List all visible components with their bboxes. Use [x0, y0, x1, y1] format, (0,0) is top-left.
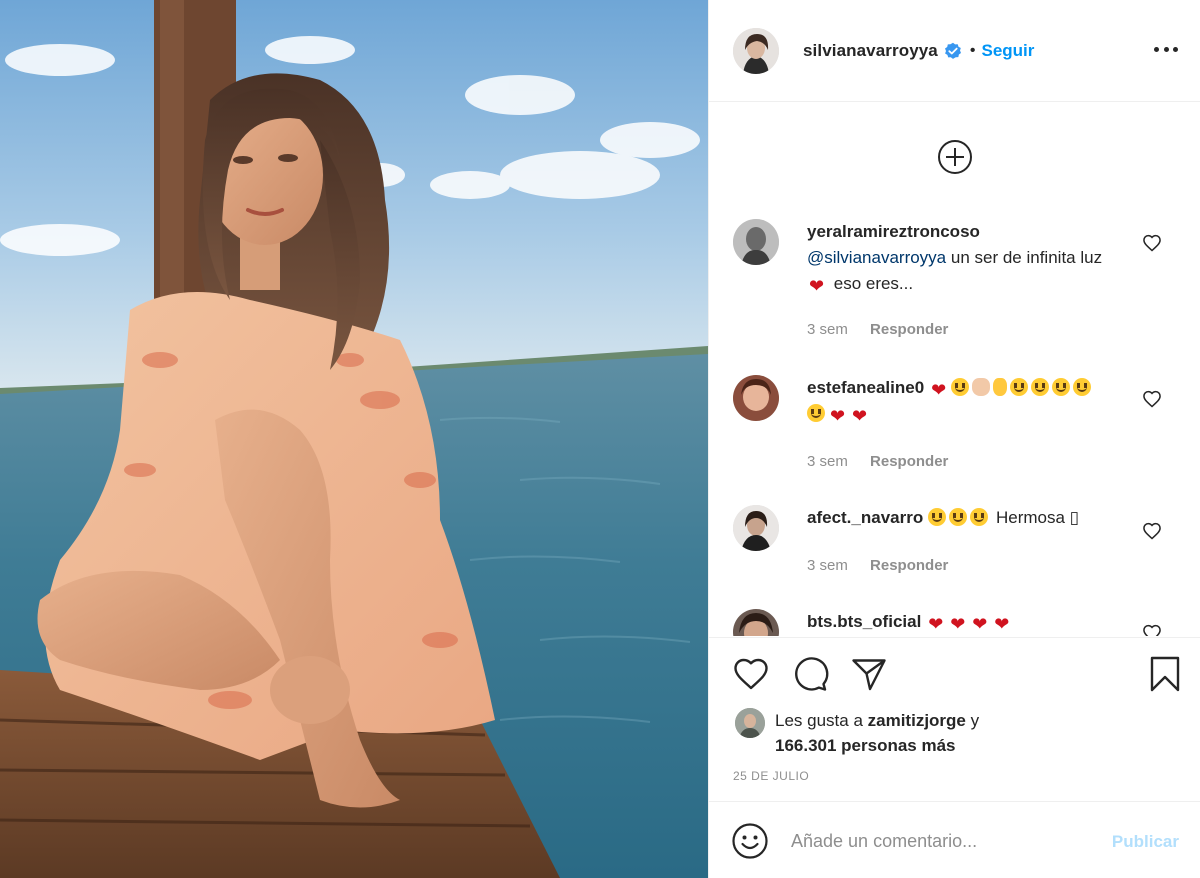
post-actions: Les gusta a zamitizjorge y 166.301 perso… — [709, 637, 1200, 801]
comment-username[interactable]: yeralramireztroncoso — [807, 222, 980, 241]
smiling-face-emoji — [1073, 378, 1092, 396]
red-heart-emoji: ❤ — [931, 380, 947, 400]
comment-body-end: eso eres... — [833, 274, 914, 293]
smiling-face-emoji — [928, 508, 947, 526]
red-heart-emoji: ❤ — [829, 406, 846, 426]
smiling-face-emoji — [1052, 378, 1071, 396]
verified-icon — [944, 42, 961, 59]
comment-mention[interactable]: @silvianavarroyya — [807, 248, 946, 267]
follow-button[interactable]: Seguir — [981, 41, 1034, 61]
like-comment-icon[interactable] — [1142, 389, 1162, 409]
comment-username[interactable]: afect._navarro — [807, 508, 923, 527]
share-icon[interactable] — [849, 654, 889, 694]
save-icon[interactable] — [1145, 654, 1185, 694]
commenter-avatar[interactable] — [733, 375, 779, 421]
comments-list[interactable]: yeralramireztroncoso @silvianavarroyya u… — [709, 103, 1200, 636]
red-heart-emoji: ❤ — [994, 614, 1010, 634]
post-photo-image — [0, 0, 708, 878]
smiling-face-emoji — [970, 508, 989, 526]
post-header: silvianavarroyya • Seguir — [709, 0, 1200, 102]
comment-body: Hermosa — [995, 508, 1065, 527]
separator-dot: • — [969, 41, 976, 59]
emoji-icon[interactable] — [731, 822, 769, 860]
publish-button[interactable]: Publicar — [1112, 832, 1179, 852]
smiling-face-emoji — [807, 404, 825, 422]
commenter-avatar[interactable] — [733, 609, 779, 636]
comment-input[interactable] — [791, 828, 1091, 854]
liker-username[interactable]: zamitizjorge — [868, 711, 966, 730]
reply-button[interactable]: Responder — [870, 557, 948, 574]
comment-time: 3 sem — [807, 557, 848, 574]
smiling-face-emoji — [1010, 378, 1029, 396]
commenter-avatar[interactable] — [733, 219, 779, 265]
load-more-comments-icon[interactable] — [937, 139, 973, 175]
comment-body: un ser de infinita luz — [950, 248, 1103, 267]
comment-item: estefanealine0 ❤ ❤ ❤ 3 sem Responder — [733, 375, 1183, 475]
reply-button[interactable]: Responder — [870, 453, 948, 470]
comment-text: bts.bts_oficial ❤ ❤ ❤ ❤ — [807, 609, 1137, 635]
comment-text: yeralramireztroncoso @silvianavarroyya u… — [807, 219, 1127, 297]
like-comment-icon[interactable] — [1142, 623, 1162, 636]
likes-conj: y — [970, 711, 980, 730]
post-photo[interactable] — [0, 0, 708, 878]
comment-time: 3 sem — [807, 321, 848, 338]
commenter-avatar[interactable] — [733, 505, 779, 551]
comment-time: 3 sem — [807, 453, 848, 470]
like-comment-icon[interactable] — [1142, 233, 1162, 253]
red-heart-emoji: ❤ — [950, 614, 966, 634]
comment-username[interactable]: estefanealine0 — [807, 378, 924, 397]
smiling-face-emoji — [951, 378, 970, 396]
comment-username[interactable]: bts.bts_oficial — [807, 612, 921, 631]
comment-item: afect._navarro Hermosa ▯ 3 sem Responder — [733, 505, 1183, 585]
red-heart-emoji: ❤ — [972, 614, 988, 634]
red-heart-emoji: ❤ — [928, 614, 944, 634]
heart-icon[interactable] — [731, 654, 771, 694]
comment-text: afect._navarro Hermosa ▯ — [807, 505, 1137, 531]
smiling-face-emoji — [949, 508, 968, 526]
red-heart-emoji: ❤ — [851, 406, 868, 426]
reply-button[interactable]: Responder — [870, 321, 948, 338]
comment-meta: 3 sem Responder — [807, 453, 948, 470]
smiling-face-emoji — [1031, 378, 1050, 396]
post-date[interactable]: 25 DE JULIO — [733, 769, 809, 783]
comment-icon[interactable] — [790, 654, 830, 694]
post-panel: silvianavarroyya • Seguir yeralramireztr… — [708, 0, 1200, 878]
add-comment-bar: Publicar — [709, 801, 1200, 878]
red-heart-emoji: ❤ — [808, 276, 825, 296]
author-avatar[interactable] — [733, 27, 779, 74]
like-comment-icon[interactable] — [1142, 521, 1162, 541]
comment-meta: 3 sem Responder — [807, 321, 948, 338]
likes-prefix: Les gusta a — [775, 711, 863, 730]
more-options-icon[interactable] — [1151, 36, 1181, 62]
comment-meta: 3 sem Responder — [807, 557, 948, 574]
ok-hand-emoji — [993, 378, 1008, 396]
likes-count[interactable]: 166.301 personas más — [775, 736, 956, 755]
unrendered-glyph: ▯ — [1069, 508, 1080, 527]
author-username[interactable]: silvianavarroyya — [803, 41, 938, 61]
raised-hand-emoji — [972, 378, 991, 396]
comment-item: bts.bts_oficial ❤ ❤ ❤ ❤ — [733, 609, 1183, 636]
comment-item: yeralramireztroncoso @silvianavarroyya u… — [733, 219, 1183, 339]
comment-text: estefanealine0 ❤ ❤ ❤ — [807, 375, 1137, 427]
liker-avatar[interactable] — [735, 708, 765, 738]
